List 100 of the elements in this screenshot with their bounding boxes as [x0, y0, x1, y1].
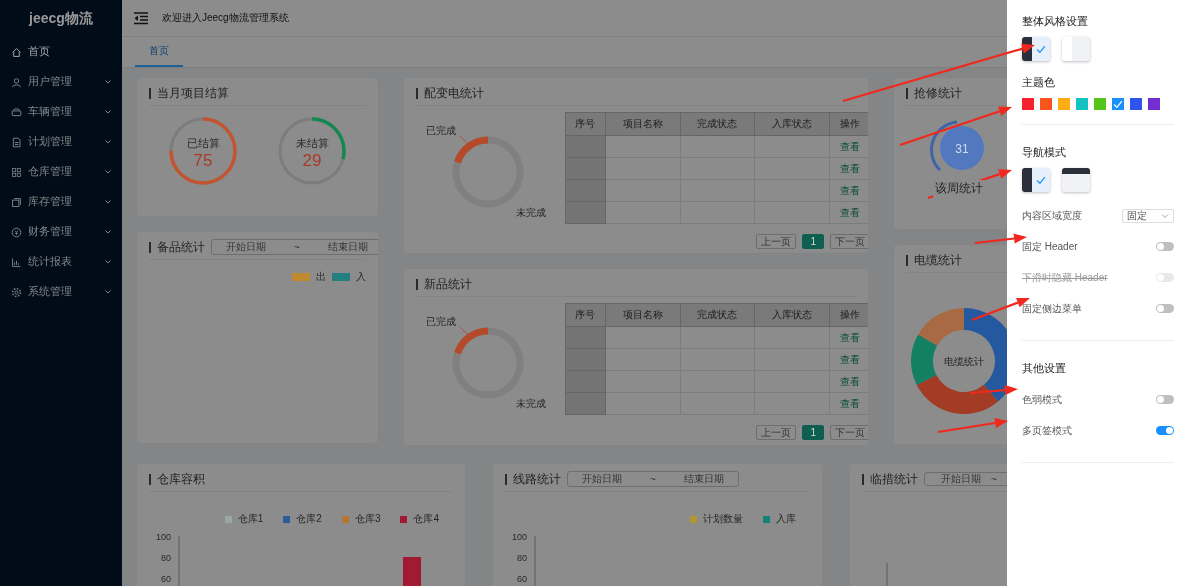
count-circle: [939, 126, 984, 170]
table-header-cell: 项目名称: [605, 303, 681, 327]
axis-tick-label: 60: [161, 574, 171, 584]
tab[interactable]: 首页: [135, 37, 183, 67]
section-title: 导航模式: [1022, 145, 1067, 160]
menu-icon: [11, 286, 22, 298]
setting-label: 内容区域宽度: [1022, 208, 1082, 223]
color-swatch[interactable]: [1094, 98, 1106, 110]
menu-icon: [11, 46, 22, 58]
card-title: 线路统计: [513, 470, 561, 488]
color-swatch[interactable]: [1148, 98, 1160, 110]
table-cell: [565, 370, 606, 393]
setting-label: 下滑时隐藏 Header: [1022, 270, 1108, 285]
color-swatch[interactable]: [1022, 98, 1034, 110]
page-button[interactable]: 1: [802, 234, 824, 249]
card-title: 当月项目结算: [157, 84, 229, 102]
donut-label: 已完成: [426, 316, 456, 327]
table-header-cell: 序号: [565, 112, 606, 136]
layout-option[interactable]: [1062, 168, 1090, 192]
layout-option[interactable]: [1022, 168, 1050, 192]
donut-ring: [452, 136, 524, 208]
page-button[interactable]: 1: [802, 425, 824, 440]
date-range-field[interactable]: 开始日期 ~ 结束日期: [211, 239, 378, 255]
legend-label: 仓库2: [296, 512, 322, 526]
bar: [403, 557, 421, 586]
chart-center-label: 电缆统计: [944, 356, 984, 367]
toggle-switch[interactable]: [1156, 395, 1174, 404]
gauge-value: 75: [193, 151, 213, 170]
count-value: 31: [954, 142, 969, 156]
table-header-cell: 操作: [829, 112, 868, 136]
caret-icon: [1161, 212, 1169, 219]
menu-icon: [11, 256, 22, 268]
legend-label: 仓库1: [237, 512, 264, 526]
donut-label: 未完成: [516, 398, 546, 409]
gauge-ring: [278, 117, 346, 185]
table-header-cell: 操作: [829, 303, 868, 327]
table-header-cell: 入库状态: [754, 303, 830, 327]
menu-fold-icon[interactable]: [134, 11, 148, 25]
donut-label: 已完成: [426, 125, 456, 136]
layout-option[interactable]: [1022, 37, 1050, 61]
legend-label: 仓库4: [413, 512, 439, 526]
menu-icon: [11, 226, 22, 238]
menu-icon: [11, 136, 22, 148]
color-swatch[interactable]: [1058, 98, 1070, 110]
color-swatch[interactable]: [1076, 98, 1088, 110]
menu-item[interactable]: 库存管理: [0, 187, 122, 217]
table-cell: [565, 392, 606, 415]
color-swatch[interactable]: [1040, 98, 1052, 110]
section-title: 主题色: [1022, 75, 1056, 90]
toggle-switch[interactable]: [1156, 426, 1174, 435]
title-marker: [906, 254, 908, 266]
menu-item[interactable]: 计划管理: [0, 127, 122, 157]
setting-label: 色弱模式: [1022, 392, 1062, 407]
annotation-arrow: [969, 385, 1018, 396]
table-header-cell: 项目名称: [605, 112, 681, 136]
legend-label: 入: [356, 270, 366, 284]
axis-tick-label: 100: [155, 532, 171, 542]
table-cell: [565, 326, 606, 349]
table-cell: [565, 348, 606, 371]
card-title: 备品统计: [157, 238, 205, 256]
menu-item[interactable]: 首页: [0, 37, 122, 67]
menu-icon: [11, 106, 22, 118]
menu-icon: [11, 166, 22, 178]
menu-item[interactable]: 统计报表: [0, 247, 122, 277]
chart-caption: 该周统计: [932, 180, 985, 197]
title-marker: [505, 473, 507, 485]
color-swatch[interactable]: [1130, 98, 1142, 110]
donut-label: 未完成: [516, 207, 546, 218]
axis-tick-label: 80: [161, 553, 171, 563]
table-cell: [565, 201, 606, 224]
gauge-ring: [169, 117, 237, 185]
menu-item[interactable]: 财务管理: [0, 217, 122, 247]
leader-line: [459, 135, 468, 144]
gauge-label: 已结算: [186, 137, 220, 149]
table-header-cell: 入库状态: [754, 112, 830, 136]
date-range-field[interactable]: 开始日期 ~ 结束日期: [567, 471, 739, 487]
title-marker: [862, 473, 864, 485]
setting-label: 固定 Header: [1022, 239, 1078, 254]
check-icon: [1036, 45, 1046, 54]
table-header-cell: 完成状态: [680, 112, 755, 136]
setting-label: 多页签模式: [1022, 423, 1072, 438]
toggle-switch[interactable]: [1156, 304, 1174, 313]
toggle-switch[interactable]: [1156, 242, 1174, 251]
table-header-cell: 序号: [565, 303, 606, 327]
table-cell: [565, 157, 606, 180]
color-swatch[interactable]: [1112, 98, 1124, 110]
menu-item[interactable]: 系统管理: [0, 277, 122, 307]
welcome-text: 欢迎进入Jeecg物流管理系统: [162, 11, 289, 25]
axis-tick-label: 80: [517, 553, 527, 563]
menu-item[interactable]: 仓库管理: [0, 157, 122, 187]
annotation-arrow: [937, 418, 1008, 434]
title-marker: [149, 87, 151, 99]
width-select[interactable]: 固定: [1122, 208, 1174, 223]
title-marker: [416, 278, 418, 290]
menu-item[interactable]: 车辆管理: [0, 97, 122, 127]
menu-item[interactable]: 用户管理: [0, 67, 122, 97]
menu-icon: [11, 76, 22, 88]
card-title: 抢修统计: [914, 84, 962, 102]
title-marker: [149, 473, 151, 485]
legend-label: 入库: [776, 512, 796, 526]
